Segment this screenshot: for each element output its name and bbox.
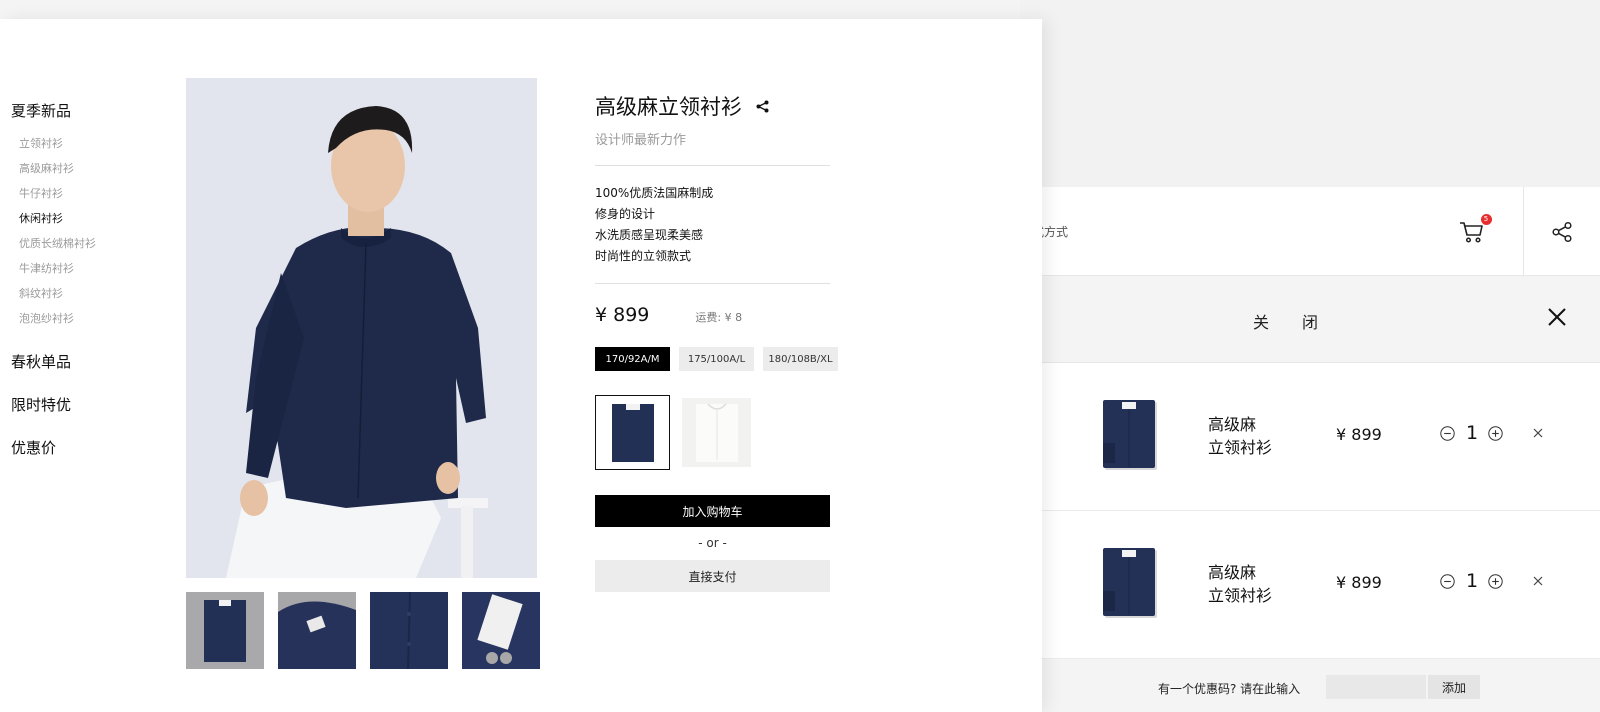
add-to-cart-button[interactable]: 加入购物车 [595, 495, 830, 527]
remove-item-icon[interactable] [1532, 575, 1544, 587]
color-selector [595, 395, 845, 470]
cart-item: 高级麻 立领衬衫 ¥ 899 1 [1020, 511, 1600, 659]
size-option-m[interactable]: 170/92A/M [595, 347, 670, 371]
cart-item-quantity: 1 [1465, 422, 1479, 444]
divider [595, 165, 830, 166]
product-price: ¥ 899 [595, 304, 650, 326]
decrease-quantity-icon[interactable] [1440, 574, 1455, 589]
nav-category-discount[interactable]: 优惠价 [11, 437, 151, 458]
divider [595, 283, 830, 284]
price-row: ¥ 899 运费: ¥ 8 [595, 304, 845, 326]
thumbnail-front[interactable] [186, 592, 264, 669]
close-icon[interactable] [1546, 306, 1568, 328]
shipping-fee: 运费: ¥ 8 [695, 311, 743, 324]
coupon-label: 有一个优惠码? 请在此输入 [1158, 682, 1301, 696]
cart-count-badge: 5 [1480, 213, 1492, 225]
coupon-add-button[interactable]: 添加 [1428, 675, 1480, 699]
size-option-l[interactable]: 175/100A/L [679, 347, 754, 371]
buy-now-button[interactable]: 直接支付 [595, 560, 830, 592]
nav-item-long-staple-cotton[interactable]: 优质长绒棉衬衫 [19, 231, 151, 256]
feature-item: 时尚性的立领款式 [595, 249, 692, 263]
increase-quantity-icon[interactable] [1488, 574, 1503, 589]
thumbnail-collar-detail[interactable] [278, 592, 356, 669]
cart-item-image [1088, 393, 1174, 479]
feature-item: 100%优质法国麻制成 [595, 186, 714, 200]
share-button[interactable] [1523, 187, 1600, 276]
nav-item-twill[interactable]: 斜纹衬衫 [19, 281, 151, 306]
nav-item-stand-collar[interactable]: 立领衬衫 [19, 131, 151, 156]
product-page-card: 夏季新品 立领衬衫 高级麻衬衫 牛仔衬衫 休闲衬衫 优质长绒棉衬衫 牛津纺衬衫 … [0, 19, 1042, 712]
cart-item-price: ¥ 899 [1336, 425, 1382, 444]
cart-item-name-line2: 立领衬衫 [1208, 438, 1273, 457]
cart-item-list: 高级麻 立领衬衫 ¥ 899 1 高级麻 立领衬衫 ¥ 899 1 [1020, 363, 1600, 659]
cart-item-name-line1: 高级麻 [1208, 415, 1257, 434]
share-icon[interactable] [756, 100, 769, 113]
cart-item-image [1088, 541, 1174, 627]
cart-item-name: 高级麻 立领衬衫 [1208, 561, 1298, 607]
remove-item-icon[interactable] [1532, 427, 1544, 439]
drawer-backdrop [1020, 0, 1600, 187]
category-sidebar: 夏季新品 立领衬衫 高级麻衬衫 牛仔衬衫 休闲衬衫 优质长绒棉衬衫 牛津纺衬衫 … [11, 100, 151, 458]
cart-item-name-line1: 高级麻 [1208, 563, 1257, 582]
product-info: 高级麻立领衬衫 设计师最新力作 100%优质法国麻制成 修身的设计 水洗质感呈现… [595, 91, 845, 592]
drawer-header: 式方式 5 [1020, 187, 1600, 276]
color-swatch-navy[interactable] [595, 395, 670, 470]
cart-icon [1459, 221, 1483, 243]
cart-item: 高级麻 立领衬衫 ¥ 899 1 [1020, 363, 1600, 511]
feature-list: 100%优质法国麻制成 修身的设计 水洗质感呈现柔美感 时尚性的立领款式 [595, 183, 845, 267]
nav-item-oxford[interactable]: 牛津纺衬衫 [19, 256, 151, 281]
product-subtitle: 设计师最新力作 [595, 133, 687, 148]
cart-button[interactable]: 5 [1420, 187, 1523, 276]
product-title: 高级麻立领衬衫 [595, 95, 742, 119]
coupon-input[interactable] [1326, 675, 1426, 699]
or-separator: - or - [698, 536, 727, 550]
thumbnail-tag-detail[interactable] [462, 592, 540, 669]
cart-item-name: 高级麻 立领衬衫 [1208, 413, 1298, 459]
nav-subcategory-list: 立领衬衫 高级麻衬衫 牛仔衬衫 休闲衬衫 优质长绒棉衬衫 牛津纺衬衫 斜纹衬衫 … [11, 131, 151, 331]
nav-category-limited-deals[interactable]: 限时特优 [11, 394, 151, 415]
feature-item: 修身的设计 [595, 207, 656, 221]
cart-item-quantity: 1 [1465, 570, 1479, 592]
close-label: 关 闭 [1252, 313, 1333, 332]
size-selector: 170/92A/M 175/100A/L 180/108B/XL [595, 347, 845, 371]
size-option-xl[interactable]: 180/108B/XL [763, 347, 838, 371]
cart-item-name-line2: 立领衬衫 [1208, 586, 1273, 605]
thumbnail-fabric-detail[interactable] [370, 592, 448, 669]
coupon-bar: 有一个优惠码? 请在此输入 添加 [1020, 659, 1600, 712]
nav-item-seersucker[interactable]: 泡泡纱衬衫 [19, 306, 151, 331]
increase-quantity-icon[interactable] [1488, 426, 1503, 441]
decrease-quantity-icon[interactable] [1440, 426, 1455, 441]
feature-item: 水洗质感呈现柔美感 [595, 228, 704, 242]
cart-item-price: ¥ 899 [1336, 573, 1382, 592]
share-icon [1552, 221, 1572, 242]
drawer-close-bar[interactable]: 关 闭 [1020, 276, 1600, 363]
product-title-row: 高级麻立领衬衫 [595, 91, 845, 121]
nav-category-summer[interactable]: 夏季新品 [11, 100, 151, 121]
color-swatch-white[interactable] [679, 395, 754, 470]
nav-item-linen[interactable]: 高级麻衬衫 [19, 156, 151, 181]
product-main-image [186, 78, 537, 578]
nav-item-casual[interactable]: 休闲衬衫 [19, 206, 151, 231]
nav-category-autumn[interactable]: 春秋单品 [11, 351, 151, 372]
nav-item-denim[interactable]: 牛仔衬衫 [19, 181, 151, 206]
